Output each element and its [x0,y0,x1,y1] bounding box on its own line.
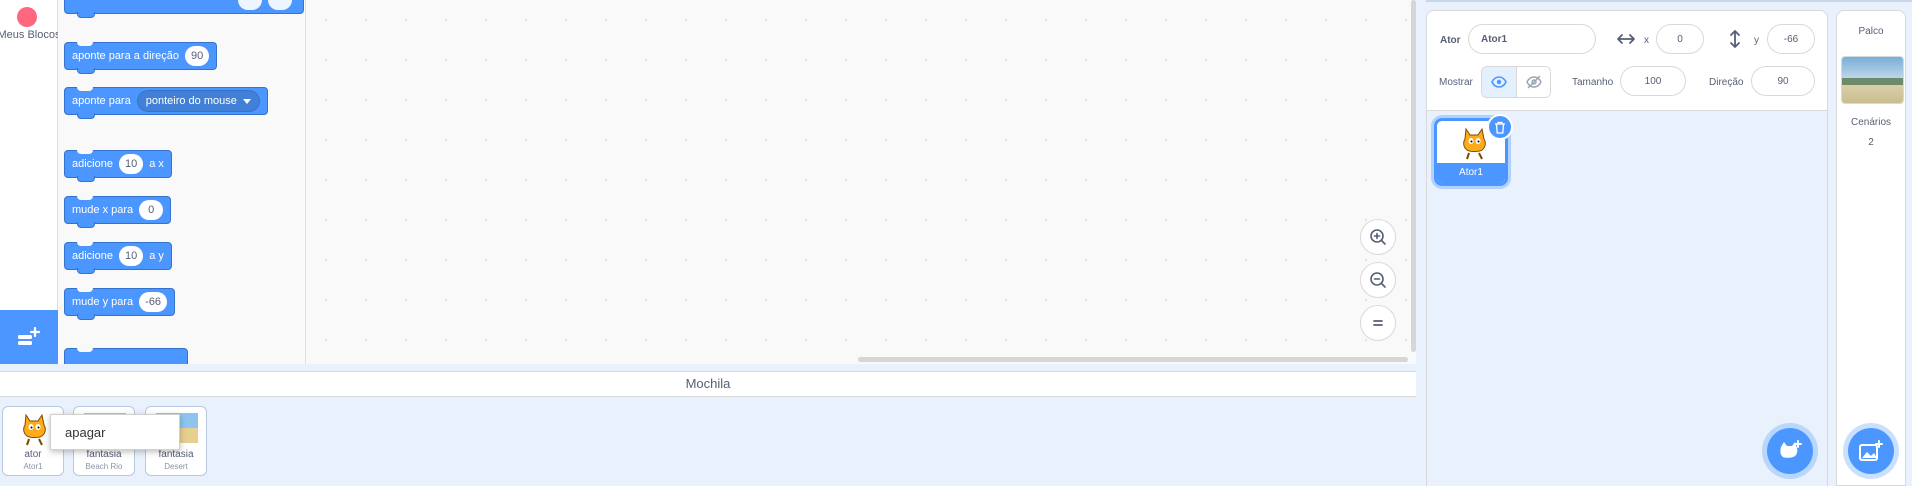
size-field[interactable]: 100 [1620,66,1686,96]
backpack-item-sub: Desert [164,462,188,471]
zoom-in-button[interactable] [1360,219,1396,255]
backpack-item-sub: Ator1 [23,462,43,471]
add-extension-icon [18,326,41,345]
backpack-item-name: fantasia [86,449,122,460]
point-in-direction-block[interactable]: aponte para a direção 90 [64,42,218,74]
horizontal-scrollbar[interactable] [858,357,1408,362]
stage-thumbnail[interactable] [1841,56,1904,104]
set-y-block[interactable]: mude y para -66 [64,288,176,320]
backpack-header[interactable]: Mochila [0,371,1416,397]
set-y-input[interactable]: -66 [139,292,168,312]
my-blocks-category-icon[interactable] [17,7,37,27]
change-y-block[interactable]: adicione 10 a y [64,242,172,274]
zoom-out-button[interactable] [1360,262,1396,298]
zoom-reset-button[interactable] [1360,305,1396,341]
partial-block[interactable] [64,0,304,18]
block-text: aponte para [72,95,131,107]
block-suffix: a y [149,250,164,262]
horizontal-arrows-icon [1617,34,1635,44]
eye-icon [1491,76,1507,88]
set-x-block[interactable]: mude x para 0 [64,196,172,228]
choose-sprite-button[interactable] [1767,428,1813,474]
block-text: mude x para [72,204,134,216]
y-field[interactable]: -66 [1767,24,1815,54]
block-palette: aponte para a direção 90 aponte para pon… [58,0,306,364]
backpack-item-sub: Beach Rio [85,462,123,471]
x-field[interactable]: 0 [1656,24,1704,54]
pane-top-border [1426,0,1912,2]
change-y-input[interactable]: 10 [118,246,144,266]
chevron-down-icon [242,98,251,104]
direction-label: Direção [1709,77,1744,88]
choose-backdrop-button[interactable] [1848,428,1894,474]
backpack-item-name: ator [24,449,42,460]
equals-icon [1373,320,1383,326]
zoom-out-icon [1370,272,1386,288]
block-text: aponte para a direção [72,50,180,62]
cat-sprite-icon [1463,127,1486,160]
change-x-input[interactable]: 10 [118,154,144,174]
x-label: x [1644,35,1649,46]
trash-icon [1495,121,1505,134]
delete-sprite-button[interactable] [1487,114,1513,140]
sprite-tile-name: Ator1 [1437,163,1505,183]
cat-sprite-icon [23,413,46,446]
block-suffix: a x [149,158,164,170]
hide-sprite-button[interactable] [1516,67,1550,97]
visibility-toggle [1481,66,1551,98]
y-label: y [1754,35,1759,46]
stage-title: Palco [1858,26,1884,37]
my-blocks-category-label[interactable]: Meus Blocos [0,29,64,41]
partial-block[interactable] [64,348,188,364]
add-extension-button[interactable] [0,310,58,364]
set-x-input[interactable]: 0 [139,200,164,220]
eye-off-icon [1525,75,1542,89]
sprite-label: Ator [1440,35,1461,46]
backdrops-label: Cenários [1850,117,1892,128]
vertical-arrows-icon [1730,30,1740,48]
show-sprite-button[interactable] [1482,67,1516,97]
block-text: adicione [72,250,113,262]
backpack-list [0,397,1416,486]
block-text: adicione [72,158,113,170]
zoom-in-icon [1370,229,1386,245]
target-dropdown[interactable]: ponteiro do mouse [136,90,260,112]
context-menu: apagar [50,414,180,450]
change-x-block[interactable]: adicione 10 a x [64,150,172,182]
category-menu: Meus Blocos [0,0,60,364]
add-sprite-icon [1780,440,1802,458]
backdrops-count: 2 [1868,137,1874,148]
direction-input[interactable]: 90 [185,46,210,66]
sprite-name-field[interactable]: Ator1 [1468,24,1596,54]
add-backdrop-icon [1859,440,1883,461]
dropdown-value: ponteiro do mouse [145,95,237,107]
show-label: Mostrar [1439,77,1473,88]
point-towards-block[interactable]: aponte para ponteiro do mouse [64,87,268,119]
size-label: Tamanho [1572,77,1614,88]
direction-field[interactable]: 90 [1751,66,1815,96]
block-text: mude y para [72,296,134,308]
backpack-item-name: fantasia [158,449,194,460]
context-menu-delete[interactable]: apagar [65,425,105,440]
vertical-scrollbar[interactable] [1411,0,1416,352]
script-area[interactable] [306,0,1416,364]
